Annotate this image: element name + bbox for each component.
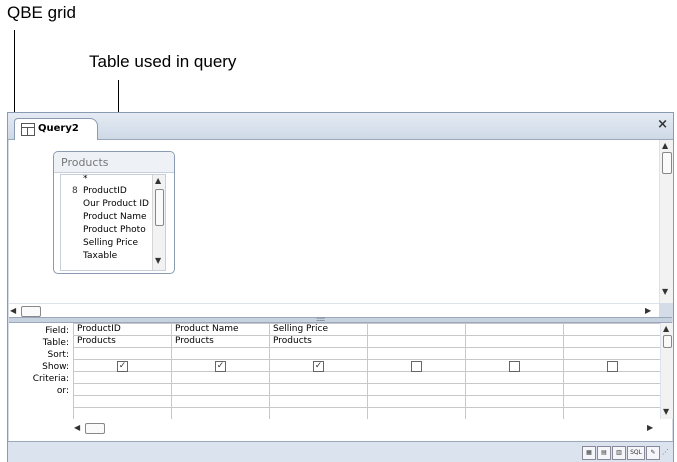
grid-vscroll-thumb[interactable]	[663, 335, 672, 348]
field-productid[interactable]: ProductID	[83, 186, 127, 196]
row-label-criteria: Criteria:	[32, 374, 69, 384]
row-label-field: Field:	[45, 326, 69, 336]
scroll-down-icon[interactable]: ▼	[155, 257, 161, 265]
row-label-or: or:	[56, 386, 69, 396]
field-cell-3[interactable]: Selling Price	[270, 324, 367, 334]
grid-horizontal-scrollbar[interactable]: ◀ ▶	[73, 421, 660, 435]
row-label-sort: Sort:	[47, 350, 69, 360]
table-cell-1[interactable]: Products	[74, 336, 171, 346]
document-tab-strip: Query2 ×	[8, 113, 673, 140]
design-view-icon[interactable]: ✎	[646, 446, 660, 460]
field-product-name[interactable]: Product Name	[83, 212, 147, 222]
scroll-down-icon[interactable]: ▼	[662, 288, 668, 296]
qbe-grid-pane: Field: Table: Sort: Show: Criteria: or:	[9, 323, 673, 441]
show-checkbox-5[interactable]	[509, 361, 520, 372]
row-label-show: Show:	[42, 362, 69, 372]
primary-key-icon: 8	[72, 186, 78, 196]
field-all[interactable]: *	[83, 175, 88, 184]
table-pane: Products * 8 ProductID Our Product ID Pr…	[9, 140, 672, 303]
scroll-left-icon[interactable]: ◀	[10, 307, 16, 315]
query-icon	[21, 123, 35, 136]
show-checkbox-3[interactable]: ✓	[313, 361, 324, 372]
scroll-up-icon[interactable]: ▲	[663, 325, 669, 333]
field-cell-2[interactable]: Product Name	[172, 324, 269, 334]
tab-query2[interactable]: Query2	[14, 118, 98, 140]
query-window: Query2 × Products * 8 ProductID Our Prod…	[7, 112, 674, 462]
upper-horizontal-scrollbar[interactable]: ◀ ▶	[9, 303, 659, 318]
scroll-left-icon[interactable]: ◀	[74, 424, 80, 432]
datasheet-view-icon[interactable]: ▦	[582, 446, 596, 460]
field-selling-price[interactable]: Selling Price	[83, 238, 138, 248]
grid-vertical-scrollbar[interactable]: ▲ ▼	[660, 323, 673, 419]
field-list-scroll-thumb[interactable]	[155, 189, 164, 226]
scroll-down-icon[interactable]: ▼	[663, 408, 669, 416]
table-used-callout: Table used in query	[89, 52, 237, 71]
qbe-grid-callout: QBE grid	[7, 3, 76, 22]
pivotchart-view-icon[interactable]: ▥	[612, 446, 626, 460]
show-checkbox-6[interactable]	[607, 361, 618, 372]
scroll-right-icon[interactable]: ▶	[647, 424, 653, 432]
resize-grip-icon[interactable]: ⋰	[662, 448, 669, 456]
field-our-product-id[interactable]: Our Product ID	[83, 199, 149, 209]
pivottable-view-icon[interactable]: ▤	[597, 446, 611, 460]
sql-view-button[interactable]: SQL	[627, 446, 645, 460]
upper-hscroll-thumb[interactable]	[21, 306, 41, 317]
upper-scroll-thumb[interactable]	[662, 152, 672, 174]
grid-hscroll-thumb[interactable]	[85, 423, 105, 434]
field-cell-1[interactable]: ProductID	[74, 324, 171, 334]
field-product-photo[interactable]: Product Photo	[83, 225, 146, 235]
close-icon[interactable]: ×	[657, 117, 668, 132]
table-title: Products	[61, 156, 109, 169]
scroll-up-icon[interactable]: ▲	[662, 142, 668, 150]
products-table-box[interactable]: Products * 8 ProductID Our Product ID Pr…	[53, 151, 175, 274]
scroll-right-icon[interactable]: ▶	[645, 307, 651, 315]
field-taxable[interactable]: Taxable	[83, 251, 117, 261]
upper-vertical-scrollbar[interactable]: ▲ ▼	[659, 140, 673, 303]
scroll-up-icon[interactable]: ▲	[155, 177, 161, 185]
row-label-table: Table:	[42, 338, 69, 348]
table-cell-2[interactable]: Products	[172, 336, 269, 346]
field-list-scrollbar[interactable]: ▲ ▼	[152, 175, 165, 270]
show-checkbox-1[interactable]: ✓	[117, 361, 128, 372]
field-list: * 8 ProductID Our Product ID Product Nam…	[60, 174, 166, 271]
show-checkbox-2[interactable]: ✓	[215, 361, 226, 372]
table-cell-3[interactable]: Products	[270, 336, 367, 346]
tab-label: Query2	[38, 123, 79, 134]
show-checkbox-4[interactable]	[411, 361, 422, 372]
splitter-grip-icon[interactable]: ::::::::	[316, 317, 325, 323]
status-bar: ▦ ▤ ▥ SQL ✎ ⋰	[8, 441, 673, 462]
